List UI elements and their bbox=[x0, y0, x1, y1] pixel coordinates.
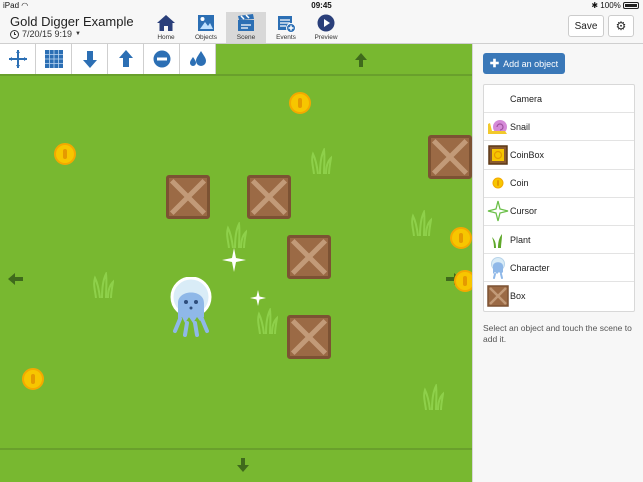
list-item-coinbox[interactable]: CoinBox bbox=[484, 141, 634, 170]
move-cross-icon bbox=[8, 50, 27, 68]
cursor-object[interactable] bbox=[249, 289, 267, 307]
list-item-cursor[interactable]: Cursor bbox=[484, 198, 634, 226]
coinbox-icon bbox=[486, 143, 510, 167]
battery-status: ✱ 100% bbox=[591, 1, 639, 10]
tab-home[interactable]: Home bbox=[146, 12, 186, 43]
app-header: Gold Digger Example 7/20/15 9:19 ▼ Home … bbox=[0, 12, 643, 44]
physics-button[interactable] bbox=[180, 44, 216, 74]
objects-panel: ✚ Add an object Camera Snail CoinBox Coi… bbox=[472, 44, 643, 482]
list-item-label: CoinBox bbox=[510, 149, 545, 160]
delete-icon bbox=[153, 50, 170, 68]
list-item-label: Snail bbox=[510, 121, 531, 132]
list-item-snail[interactable]: Snail bbox=[484, 113, 634, 142]
list-item-camera[interactable]: Camera bbox=[484, 85, 634, 114]
cursor-icon bbox=[486, 199, 510, 223]
coin-icon bbox=[486, 171, 510, 195]
move-tool-button[interactable] bbox=[0, 44, 36, 74]
home-icon bbox=[157, 15, 175, 31]
plant-object[interactable] bbox=[225, 222, 247, 248]
plus-icon: ✚ bbox=[489, 58, 500, 70]
plant-object[interactable] bbox=[410, 210, 432, 236]
tab-events[interactable]: Events bbox=[266, 12, 306, 43]
list-item-label: Coin bbox=[510, 178, 529, 189]
object-list: Camera Snail CoinBox Coin Cursor Plant C… bbox=[483, 84, 635, 312]
box-object[interactable] bbox=[287, 315, 331, 359]
box-object[interactable] bbox=[247, 175, 291, 219]
coin-object[interactable] bbox=[289, 92, 311, 114]
settings-button[interactable]: ⚙ bbox=[608, 15, 634, 37]
objects-icon bbox=[198, 15, 214, 31]
grid-icon bbox=[44, 50, 63, 68]
coin-object[interactable] bbox=[450, 227, 472, 249]
play-icon bbox=[317, 14, 335, 32]
scroll-left-arrow-icon[interactable] bbox=[8, 273, 23, 285]
chevron-down-icon: ▼ bbox=[75, 31, 81, 37]
box-object[interactable] bbox=[287, 235, 331, 279]
physics-drop-icon bbox=[189, 51, 206, 66]
scene-canvas[interactable] bbox=[0, 44, 472, 482]
scene-boundary-bottom bbox=[0, 448, 472, 450]
list-item-label: Character bbox=[510, 262, 550, 273]
gear-icon: ⚙ bbox=[615, 19, 627, 33]
scene-toolbar bbox=[0, 44, 216, 74]
scroll-up-arrow-icon[interactable] bbox=[355, 53, 367, 67]
character-object[interactable] bbox=[169, 277, 213, 337]
send-backward-icon bbox=[82, 51, 97, 68]
status-bar: iPad ◠ 09:45 ✱ 100% bbox=[0, 0, 643, 12]
plant-object[interactable] bbox=[92, 272, 114, 298]
send-backward-button[interactable] bbox=[72, 44, 108, 74]
character-icon bbox=[486, 256, 510, 280]
status-time: 09:45 bbox=[311, 1, 332, 10]
cursor-object[interactable] bbox=[221, 247, 247, 273]
plant-icon bbox=[486, 228, 510, 252]
box-object[interactable] bbox=[166, 175, 210, 219]
battery-icon bbox=[623, 2, 639, 9]
coin-object[interactable] bbox=[22, 368, 44, 390]
main-nav: Home Objects Scene Events Preview bbox=[146, 12, 346, 43]
list-item-label: Camera bbox=[510, 93, 543, 104]
clock-icon bbox=[10, 29, 19, 39]
snail-icon bbox=[486, 115, 510, 139]
scene-boundary-top bbox=[0, 74, 472, 76]
add-object-button[interactable]: ✚ Add an object bbox=[483, 53, 565, 74]
plant-object[interactable] bbox=[422, 384, 444, 410]
bring-forward-button[interactable] bbox=[108, 44, 144, 74]
list-item-label: Box bbox=[510, 291, 526, 302]
list-item-label: Cursor bbox=[510, 206, 538, 217]
list-item-label: Plant bbox=[510, 234, 531, 245]
plant-object[interactable] bbox=[256, 308, 278, 334]
tab-preview[interactable]: Preview bbox=[306, 12, 346, 43]
project-date[interactable]: 7/20/15 9:19 ▼ bbox=[10, 29, 81, 39]
help-text: Select an object and touch the scene to … bbox=[483, 323, 632, 344]
list-item-box[interactable]: Box bbox=[484, 282, 634, 310]
plant-object[interactable] bbox=[310, 148, 332, 174]
scroll-down-arrow-icon[interactable] bbox=[237, 458, 249, 472]
bring-forward-icon bbox=[118, 50, 133, 67]
box-object[interactable] bbox=[428, 135, 472, 179]
project-title: Gold Digger Example bbox=[10, 14, 134, 29]
camera-icon bbox=[486, 87, 510, 111]
events-icon bbox=[278, 16, 296, 33]
scene-icon bbox=[238, 14, 254, 31]
grid-tool-button[interactable] bbox=[36, 44, 72, 74]
coin-object[interactable] bbox=[454, 270, 472, 292]
list-item-character[interactable]: Character bbox=[484, 254, 634, 283]
tab-objects[interactable]: Objects bbox=[186, 12, 226, 43]
tab-scene[interactable]: Scene bbox=[226, 12, 266, 43]
delete-object-button[interactable] bbox=[144, 44, 180, 74]
box-icon bbox=[486, 284, 510, 308]
save-button[interactable]: Save bbox=[568, 15, 604, 37]
coin-object[interactable] bbox=[54, 143, 76, 165]
list-item-plant[interactable]: Plant bbox=[484, 226, 634, 255]
list-item-coin[interactable]: Coin bbox=[484, 170, 634, 198]
